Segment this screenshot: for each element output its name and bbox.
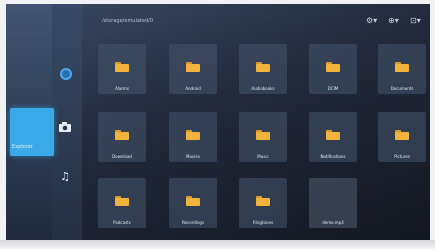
folder-icon	[256, 196, 270, 206]
folder-label: Audiobooks	[251, 86, 275, 91]
folder-icon	[186, 62, 200, 72]
folder-tile[interactable]: Documents	[378, 44, 426, 94]
folder-label: DCIM	[327, 86, 339, 91]
folder-tile[interactable]: Music	[239, 112, 287, 162]
folder-tile[interactable]: DCIM	[309, 44, 357, 94]
folder-tile[interactable]: Recordings	[169, 178, 217, 228]
folder-icon	[395, 62, 409, 72]
tv-frame: Explorer ♫ /storage/emulated/0 ⚙▾ ⊕▾ ⊡▾ …	[0, 0, 435, 249]
folder-label: Documents	[390, 86, 414, 91]
file-tile[interactable]: demo.mp4	[309, 178, 357, 228]
tv-bezel-bottom	[0, 240, 435, 249]
music-icon[interactable]: ♫	[58, 170, 72, 184]
folder-icon	[326, 62, 340, 72]
file-label: demo.mp4	[322, 220, 344, 225]
folder-label: Alarms	[115, 86, 129, 91]
folder-tile[interactable]: Notifications	[309, 112, 357, 162]
active-category-tile[interactable]: Explorer	[10, 108, 54, 156]
folder-label: Podcasts	[113, 220, 131, 225]
folder-tile[interactable]: Audiobooks	[239, 44, 287, 94]
folder-icon	[256, 62, 270, 72]
settings-icon[interactable]: ⚙▾	[366, 16, 380, 26]
folder-label: Music	[257, 154, 269, 159]
search-icon[interactable]: ⊕▾	[388, 16, 402, 26]
folder-tile[interactable]: Pictures	[378, 112, 426, 162]
folder-label: Movies	[186, 154, 200, 159]
folder-label: Pictures	[394, 154, 410, 159]
folder-label: Ringtones	[252, 220, 274, 225]
folder-icon	[115, 196, 129, 206]
folder-tile[interactable]: Android	[169, 44, 217, 94]
folder-icon	[395, 130, 409, 140]
file-manager-screen: Explorer ♫ /storage/emulated/0 ⚙▾ ⊕▾ ⊡▾ …	[6, 4, 430, 240]
folder-label: Download	[112, 154, 132, 159]
folder-icon	[115, 62, 129, 72]
folder-icon	[326, 130, 340, 140]
folder-label: Android	[185, 86, 201, 91]
folder-icon	[186, 196, 200, 206]
folder-tile[interactable]: Alarms	[98, 44, 146, 94]
folder-icon	[115, 130, 129, 140]
folder-tile[interactable]: Movies	[169, 112, 217, 162]
tools-icon[interactable]: ⊡▾	[410, 16, 424, 26]
current-path: /storage/emulated/0	[102, 18, 154, 24]
folder-icon	[186, 130, 200, 140]
folder-tile[interactable]: Download	[98, 112, 146, 162]
camera-icon[interactable]	[58, 120, 72, 134]
folder-label: Recordings	[181, 220, 205, 225]
folder-tile[interactable]: Ringtones	[239, 178, 287, 228]
folder-label: Notifications	[320, 154, 346, 159]
globe-icon[interactable]	[60, 68, 72, 80]
folder-icon	[256, 130, 270, 140]
active-category-label: Explorer	[12, 144, 33, 150]
folder-tile[interactable]: Podcasts	[98, 178, 146, 228]
